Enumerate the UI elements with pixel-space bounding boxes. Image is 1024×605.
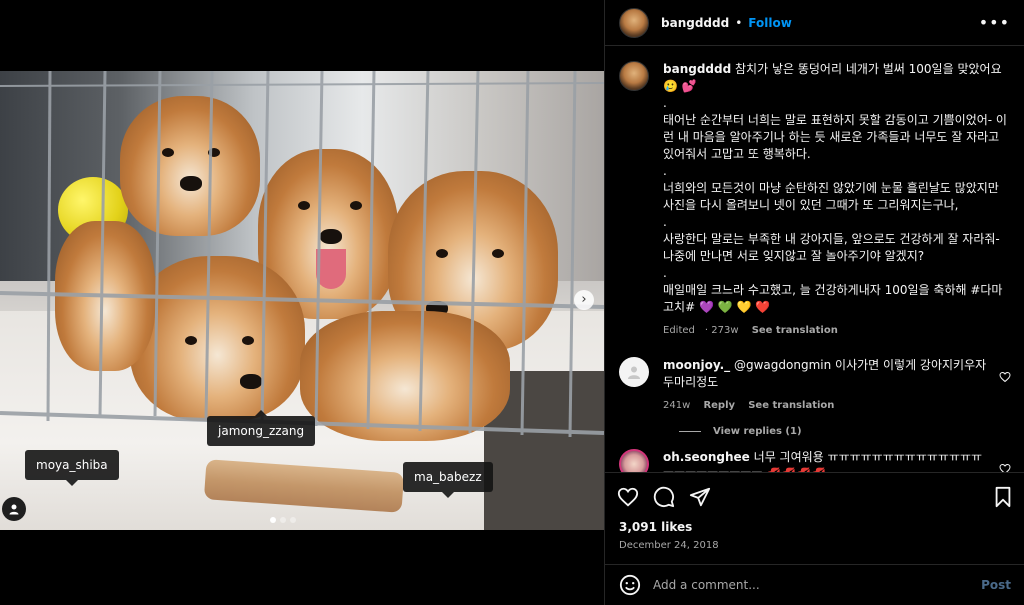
author-username[interactable]: bangdddd xyxy=(661,16,729,30)
post-header: bangdddd • Follow ••• xyxy=(605,0,1024,46)
caption-line: . xyxy=(663,215,667,229)
see-translation-link[interactable]: See translation xyxy=(752,325,838,336)
reply-button[interactable]: Reply xyxy=(703,400,735,411)
caption-line: . xyxy=(663,96,667,110)
comment-item: moonjoy._ @gwagdongmin 이사가면 이렇게 강아지키우자 두… xyxy=(619,357,1011,414)
comment-input[interactable]: Add a comment... xyxy=(653,578,981,592)
comment-like-heart-icon[interactable] xyxy=(999,463,1011,472)
default-avatar-icon xyxy=(628,366,640,379)
post-actions-bar xyxy=(605,472,1024,520)
caption-line: . xyxy=(663,266,667,280)
header-separator: • xyxy=(735,15,743,30)
emoji-icon[interactable] xyxy=(619,574,641,596)
post-date: December 24, 2018 xyxy=(619,540,719,551)
post-media: › moya_shiba jamong_zzang ma_babezz xyxy=(0,0,604,605)
edited-label: Edited xyxy=(663,325,695,336)
next-photo-button[interactable]: › xyxy=(574,290,594,310)
caption-time: 273w xyxy=(711,325,739,336)
share-icon[interactable] xyxy=(689,486,711,508)
caption-line: . xyxy=(663,164,667,178)
caption-line: 너희와의 모든것이 마냥 순탄하진 않았기에 눈물 흘린날도 많았지만 사진을 … xyxy=(663,181,999,212)
more-icon[interactable]: ••• xyxy=(979,13,1010,32)
caption-avatar[interactable] xyxy=(619,61,649,91)
comment-item: oh.seonghee 너무 긔여워용 ㅠㅠㅠㅠㅠㅠㅠㅠㅠㅠㅠㅠㅠㅠㅠㅠㅠㅠㅠㅠ… xyxy=(619,449,1011,472)
follow-button[interactable]: Follow xyxy=(748,16,792,30)
caption-meta: Edited · 273w See translation xyxy=(663,325,838,336)
caption-line: 태어난 순간부터 너희는 말로 표현하지 못할 감동이고 기쁨이었어- 이런 내… xyxy=(663,113,1007,161)
comment-time: 241w xyxy=(663,400,691,411)
caption: bangdddd 참치가 낳은 똥덩어리 네개가 벌써 100일을 맞았어요 🥲… xyxy=(619,61,1011,339)
caption-line: 사랑한다 말로는 부족한 내 강아지들, 앞으로도 건강하게 잘 자라줘- 나중… xyxy=(663,232,1000,263)
comment-username[interactable]: moonjoy._ xyxy=(663,358,730,372)
caption-line: 매일매일 크느라 수고했고, 늘 건강하게내자 100일을 축하해 #다마고치#… xyxy=(663,283,1003,314)
commenter-avatar[interactable] xyxy=(619,449,649,472)
user-tag-jamong-zzang[interactable]: jamong_zzang xyxy=(207,410,316,446)
user-tag-icon xyxy=(9,504,19,515)
caption-username[interactable]: bangdddd xyxy=(663,62,731,76)
comment-meta: 241w Reply See translation xyxy=(663,397,991,414)
comment-icon[interactable] xyxy=(653,486,675,508)
comment-username[interactable]: oh.seonghee xyxy=(663,450,750,464)
comments-section[interactable]: bangdddd 참치가 낳은 똥덩어리 네개가 벌써 100일을 맞았어요 🥲… xyxy=(605,47,1024,472)
user-tag-label: jamong_zzang xyxy=(218,424,305,438)
view-replies-button[interactable]: View replies (1) xyxy=(679,426,1011,437)
heart-icon[interactable] xyxy=(617,486,639,508)
bookmark-icon[interactable] xyxy=(993,486,1013,508)
carousel-indicator xyxy=(270,517,296,523)
post-comment-button[interactable]: Post xyxy=(981,578,1011,592)
user-tag-label: moya_shiba xyxy=(36,458,108,472)
see-translation-link[interactable]: See translation xyxy=(748,400,834,411)
view-replies-label: View replies (1) xyxy=(713,426,802,437)
comment-like-heart-icon[interactable] xyxy=(999,371,1011,383)
commenter-avatar[interactable] xyxy=(619,357,649,387)
post-side-panel: bangdddd • Follow ••• bangdddd 참치가 낳은 똥덩… xyxy=(604,0,1024,605)
user-tag-moya-shiba[interactable]: moya_shiba xyxy=(25,450,119,486)
author-avatar[interactable] xyxy=(619,7,649,38)
likes-count[interactable]: 3,091 likes xyxy=(619,520,692,534)
user-tag-ma-babezz[interactable]: ma_babezz xyxy=(403,462,493,498)
show-tags-button[interactable] xyxy=(2,497,26,521)
chevron-right-icon: › xyxy=(581,292,587,307)
user-tag-label: ma_babezz xyxy=(414,470,482,484)
comment-composer: Add a comment... Post xyxy=(605,564,1024,605)
